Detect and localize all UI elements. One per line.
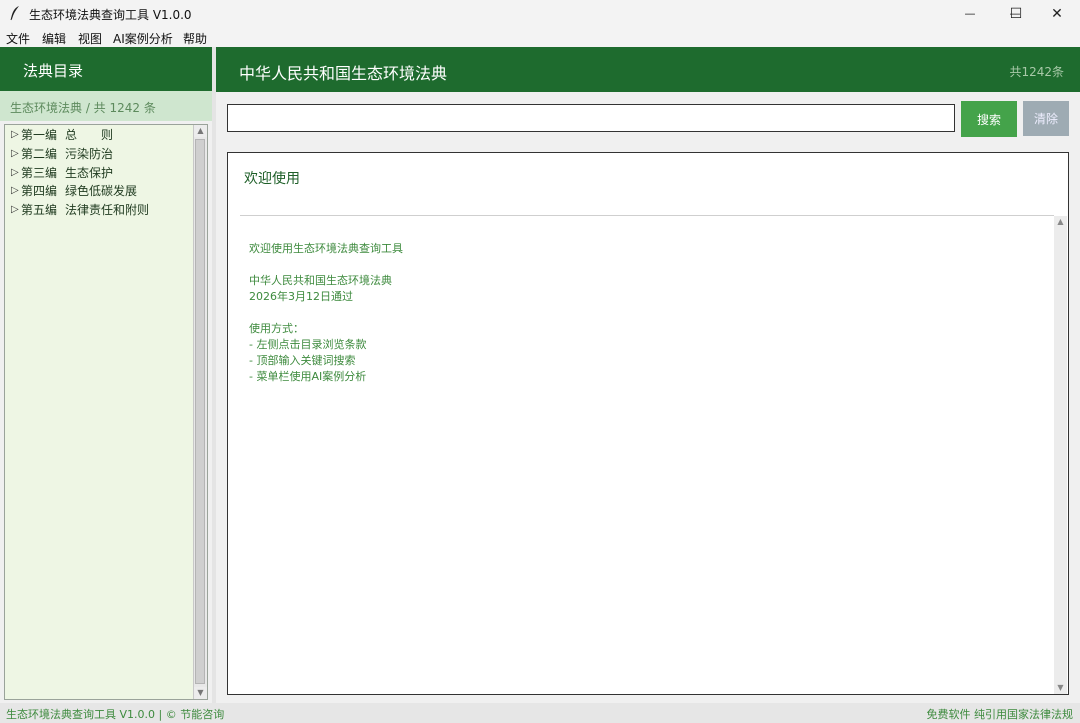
sidebar-summary: 生态环境法典 / 共 1242 条 (10, 101, 156, 115)
window-title: 生态环境法典查询工具 V1.0.0 (29, 8, 192, 22)
catalog-tree[interactable]: ▷ 第一编 总 则 ▷ 第二编 污染防治 ▷ 第三编 生态保护 ▷ 第四编 绿色… (4, 124, 208, 700)
maximize-button[interactable]: ☐ (993, 0, 1039, 27)
scroll-up-arrow-icon[interactable]: ▲ (1054, 216, 1067, 228)
page-title: 中华人民共和国生态环境法典 (239, 64, 448, 83)
menu-ai-case-analysis[interactable]: AI案例分析 (113, 30, 173, 47)
sidebar-title: 法典目录 (23, 62, 84, 80)
content-line: 2026年3月12日通过 (249, 290, 353, 303)
tree-scrollbar[interactable]: ▲ ▼ (193, 125, 207, 699)
tree-item-part-5[interactable]: ▷ 第五编 法律责任和附则 (11, 201, 149, 217)
tree-item-label: 绿色低碳发展 (65, 183, 138, 198)
clear-button[interactable]: 清除 (1023, 101, 1069, 136)
content-area: 欢迎使用 欢迎使用生态环境法典查询工具 中华人民共和国生态环境法典 2026年3… (227, 152, 1069, 695)
tree-item-part: 第二编 (21, 146, 58, 161)
scroll-up-arrow-icon[interactable]: ▲ (194, 125, 207, 137)
tree-item-label: 法律责任和附则 (65, 202, 150, 217)
content-line (249, 305, 403, 321)
status-text-right: 免费软件 纯引用国家法律法规 (926, 708, 1074, 721)
content-body: 欢迎使用生态环境法典查询工具 中华人民共和国生态环境法典 2026年3月12日通… (249, 241, 403, 385)
menu-help[interactable]: 帮助 (183, 30, 207, 47)
tree-item-part-2[interactable]: ▷ 第二编 污染防治 (11, 145, 113, 161)
title-bar: 生态环境法典查询工具 V1.0.0 — (0, 0, 1080, 27)
tree-item-part: 第四编 (21, 183, 58, 198)
menu-edit[interactable]: 编辑 (42, 30, 66, 47)
menu-view[interactable]: 视图 (78, 30, 102, 47)
tree-item-label: 生态保护 (65, 165, 114, 180)
tree-item-part: 第五编 (21, 202, 58, 217)
close-icon: ✕ (1051, 5, 1063, 22)
search-input[interactable] (227, 104, 955, 132)
scroll-thumb[interactable] (195, 139, 205, 684)
menu-file[interactable]: 文件 (6, 30, 30, 47)
minimize-icon: — (964, 7, 976, 20)
expand-triangle-icon[interactable]: ▷ (11, 167, 21, 178)
article-count: 共1242条 (1009, 65, 1064, 79)
sidebar-subheader: 生态环境法典 / 共 1242 条 (0, 91, 212, 121)
tree-item-part-1[interactable]: ▷ 第一编 总 则 (11, 126, 113, 142)
tree-item-label: 总 则 (65, 127, 114, 142)
scroll-down-arrow-icon[interactable]: ▼ (1054, 682, 1067, 694)
content-line: 中华人民共和国生态环境法典 (249, 274, 392, 287)
tree-item-part: 第三编 (21, 165, 58, 180)
content-title: 欢迎使用 (244, 171, 300, 187)
status-bar: 生态环境法典查询工具 V1.0.0 | © 节能咨询 免费软件 纯引用国家法律法… (0, 703, 1080, 723)
status-text-left: 生态环境法典查询工具 V1.0.0 | © 节能咨询 (6, 708, 225, 721)
content-line (249, 257, 403, 273)
expand-triangle-icon[interactable]: ▷ (11, 129, 21, 140)
content-line: - 菜单栏使用AI案例分析 (249, 370, 367, 383)
content-line: 使用方式： (249, 322, 304, 335)
sidebar: 法典目录 生态环境法典 / 共 1242 条 ▷ 第一编 总 则 ▷ 第二编 污… (0, 47, 212, 703)
expand-triangle-icon[interactable]: ▷ (11, 185, 21, 196)
feather-icon (10, 6, 19, 21)
main-header: 中华人民共和国生态环境法典 共1242条 (216, 47, 1080, 92)
maximize-icon: ☐ (1009, 5, 1023, 22)
content-line: - 顶部输入关键词搜索 (249, 354, 356, 367)
close-button[interactable]: ✕ (1034, 0, 1080, 27)
scroll-down-arrow-icon[interactable]: ▼ (194, 687, 207, 699)
minimize-button[interactable]: — (947, 0, 993, 27)
tree-item-part-3[interactable]: ▷ 第三编 生态保护 (11, 164, 113, 180)
menu-bar: 文件 编辑 视图 AI案例分析 帮助 (0, 27, 1080, 47)
content-line: - 左侧点击目录浏览条款 (249, 338, 367, 351)
expand-triangle-icon[interactable]: ▷ (11, 204, 21, 215)
main-panel: 中华人民共和国生态环境法典 共1242条 搜索 清除 欢迎使用 欢迎使用生态环境… (216, 47, 1080, 703)
tree-item-label: 污染防治 (65, 146, 114, 161)
tree-item-part: 第一编 (21, 127, 58, 142)
divider (240, 215, 1054, 216)
content-scrollbar[interactable]: ▲ ▼ (1054, 216, 1067, 694)
sidebar-header: 法典目录 (0, 47, 212, 91)
search-button[interactable]: 搜索 (961, 101, 1017, 137)
expand-triangle-icon[interactable]: ▷ (11, 148, 21, 159)
content-line: 欢迎使用生态环境法典查询工具 (249, 242, 403, 255)
tree-item-part-4[interactable]: ▷ 第四编 绿色低碳发展 (11, 182, 137, 198)
